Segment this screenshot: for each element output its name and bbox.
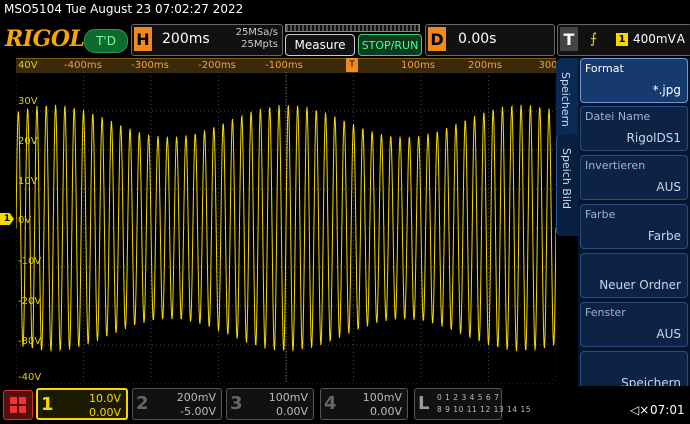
- logic-bits-high: 8 9 10 11 12 13 14 15: [437, 405, 531, 414]
- tab-speich-bild-label: Speich Bild: [560, 148, 573, 209]
- time-axis: -400ms -300ms -200ms -100ms 100ms 200ms …: [16, 58, 558, 73]
- volt-label: -10V: [18, 256, 42, 267]
- trigger-position-marker[interactable]: T: [346, 58, 358, 72]
- grid-menu-icon: [10, 397, 26, 413]
- time-tick: 100ms: [400, 60, 436, 71]
- menu-window-value: AUS: [656, 327, 681, 341]
- menu-window-label: Fenster: [585, 306, 626, 319]
- channel-number: 4: [324, 393, 337, 414]
- logic-analyzer-box[interactable]: L 0 1 2 3 4 5 6 7 8 9 10 11 12 13 14 15: [414, 388, 531, 420]
- channel-offset: -5.00V: [180, 405, 216, 418]
- delay-key: D: [428, 27, 446, 51]
- volt-label: 20V: [18, 136, 38, 147]
- waveform-display: [16, 72, 556, 384]
- volt-label: 10V: [18, 176, 38, 187]
- menu-invert-label: Invertieren: [585, 159, 646, 172]
- home-menu-button[interactable]: [3, 390, 33, 420]
- time-tick: -300ms: [131, 60, 169, 71]
- channel-scale: 100mV: [268, 391, 308, 404]
- time-tick: -100ms: [265, 60, 303, 71]
- logic-key: L: [418, 393, 430, 414]
- memory-depth: 25Mpts: [241, 39, 278, 50]
- tab-speich-bild[interactable]: Speich Bild: [556, 134, 579, 236]
- time-tick: -400ms: [64, 60, 102, 71]
- channel-3-box[interactable]: 3 100mV 0.00V: [226, 388, 314, 420]
- speaker-mute-icon[interactable]: ◁×: [630, 403, 649, 417]
- horizontal-key: H: [134, 27, 152, 51]
- menu-format[interactable]: Format *.jpg: [580, 58, 688, 103]
- volt-label: -30V: [18, 336, 42, 347]
- ch1-ground-marker[interactable]: 1: [0, 213, 14, 225]
- measure-button[interactable]: Measure: [285, 34, 355, 56]
- volt-label: 0V: [18, 215, 32, 226]
- menu-new-folder[interactable]: Neuer Ordner: [580, 253, 688, 298]
- channel-scale: 10.0V: [88, 392, 121, 405]
- sample-rate: 25MSa/s: [235, 27, 278, 38]
- acquisition-overview-strip: [285, 24, 420, 32]
- time-tick: 200ms: [467, 60, 503, 71]
- time-tick: -200ms: [198, 60, 236, 71]
- clock: 07:01: [650, 403, 685, 417]
- delay-box[interactable]: D 0.00s: [425, 24, 555, 56]
- trigger-key: T: [560, 27, 578, 51]
- logic-bits-low: 0 1 2 3 4 5 6 7: [437, 393, 500, 402]
- channel-number: 2: [136, 393, 149, 414]
- channel-number: 1: [41, 394, 54, 415]
- tab-speichern-label: Speichern: [559, 72, 572, 127]
- channel-4-box[interactable]: 4 100mV 0.00V: [320, 388, 408, 420]
- channel-2-box[interactable]: 2 200mV -5.00V: [132, 388, 222, 420]
- horizontal-scale-value: 200ms: [162, 31, 210, 47]
- trigger-status-badge: T'D: [84, 29, 128, 53]
- volt-label: -20V: [18, 296, 42, 307]
- channel-scale: 100mV: [362, 391, 402, 404]
- trigger-mode: A: [676, 32, 685, 46]
- volt-label: 30V: [18, 96, 38, 107]
- channel-scale: 200mV: [176, 391, 216, 404]
- rigol-logo: RIGOL: [5, 26, 85, 52]
- channel-offset: 0.00V: [275, 405, 308, 418]
- menu-file-name[interactable]: Datei Name RigolDS1: [580, 106, 688, 151]
- stop-run-button[interactable]: STOP/RUN: [358, 34, 422, 56]
- trigger-source: 1: [616, 33, 628, 46]
- time-tick: 300: [538, 60, 558, 71]
- menu-format-label: Format: [585, 62, 624, 75]
- menu-invert-value: AUS: [656, 180, 681, 194]
- menu-window[interactable]: Fenster AUS: [580, 302, 688, 347]
- delay-value: 0.00s: [458, 31, 497, 47]
- menu-color-label: Farbe: [585, 208, 616, 221]
- volt-label: 40V: [18, 60, 38, 71]
- menu-file-name-value: RigolDS1: [626, 131, 681, 145]
- menu-color-value: Farbe: [647, 229, 681, 243]
- menu-color[interactable]: Farbe Farbe: [580, 204, 688, 249]
- menu-new-folder-label: Neuer Ordner: [599, 278, 681, 292]
- volt-label: -40V: [18, 372, 42, 383]
- channel-1-box[interactable]: 1 10.0V 0.00V: [36, 388, 128, 420]
- channel-offset: 0.00V: [369, 405, 402, 418]
- channel-number: 3: [230, 393, 243, 414]
- horizontal-scale-box[interactable]: H 200ms 25MSa/s 25Mpts: [131, 24, 283, 56]
- menu-file-name-label: Datei Name: [585, 110, 651, 123]
- trigger-box[interactable]: T ⨍ 1 400mV A: [557, 24, 690, 56]
- trigger-level: 400mV: [633, 32, 676, 46]
- rising-edge-icon: ⨍: [590, 31, 598, 47]
- instrument-title: MSO5104 Tue August 23 07:02:27 2022: [4, 2, 244, 16]
- menu-invert[interactable]: Invertieren AUS: [580, 155, 688, 200]
- menu-format-value: *.jpg: [652, 83, 681, 97]
- channel-offset: 0.00V: [88, 406, 121, 419]
